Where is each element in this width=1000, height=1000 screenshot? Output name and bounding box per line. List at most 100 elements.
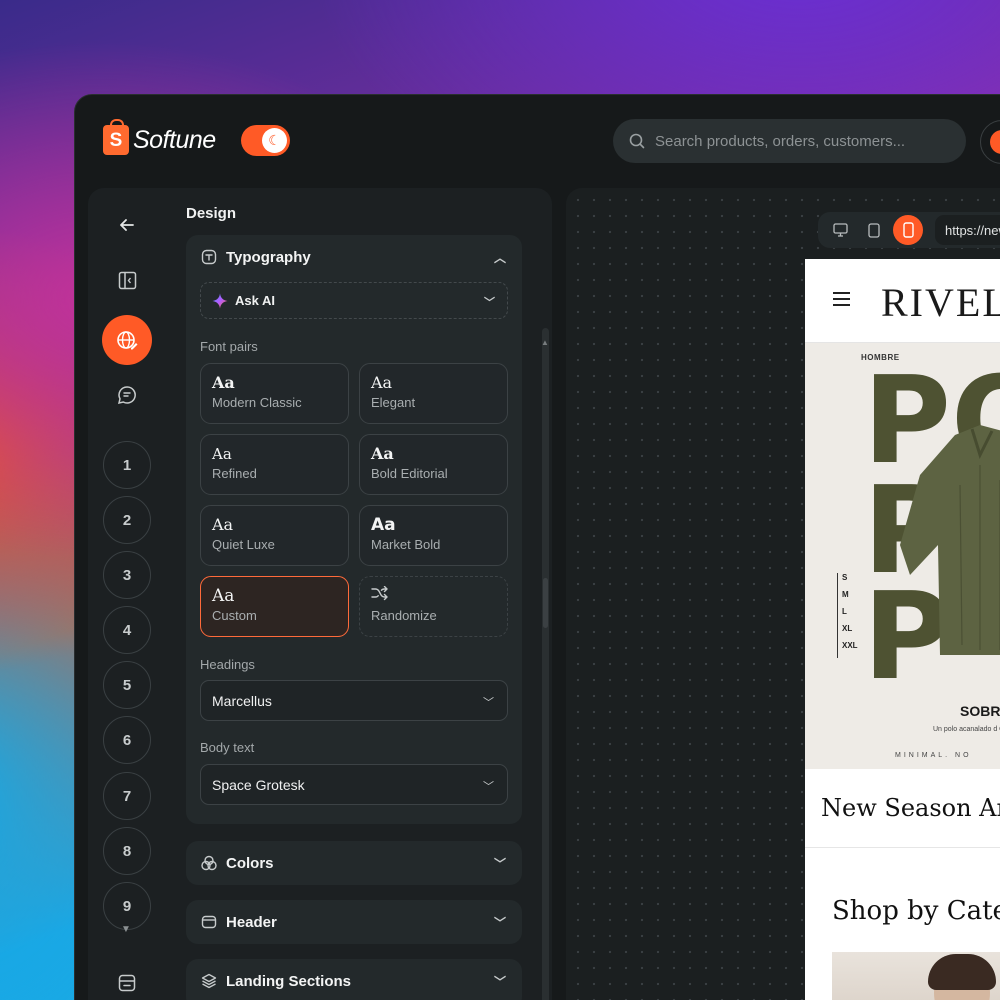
typography-header[interactable]: Typography ︿ [186,235,522,279]
back-button[interactable] [102,200,152,250]
logo[interactable]: S Softune [103,119,216,155]
files-button[interactable] [102,958,152,1000]
shop-by-category-heading: Shop by Catego [832,896,1000,926]
font-pair-bold-editorial[interactable]: Aa Bold Editorial [359,434,508,495]
step-9[interactable]: 9 [103,882,151,930]
step-6[interactable]: 6 [103,716,151,764]
headings-font-value: Marcellus [212,692,272,709]
scrollbar-thumb[interactable] [543,578,548,628]
hero-description: Un polo acanalado d Cómodo, minim [933,726,1000,733]
divider [805,847,1000,848]
step-5[interactable]: 5 [103,661,151,709]
theme-toggle[interactable]: ☾ [241,125,290,156]
ask-ai-dropdown[interactable]: Ask AI ﹀ [200,282,508,319]
layers-icon [201,973,217,989]
scrollbar-track[interactable] [542,328,549,1000]
site-header: RIVELLE [805,259,1000,343]
sidebar-toggle-button[interactable] [102,255,152,305]
colors-title: Colors [226,854,274,872]
font-pair-quiet-luxe[interactable]: Aa Quiet Luxe [200,505,349,566]
font-sample: Aa [212,586,235,606]
phone-icon [902,222,914,238]
headings-label: Headings [200,657,255,672]
step-2[interactable]: 2 [103,496,151,544]
chevron-down-icon: ﹀ [483,697,494,709]
hero-title: SOBRE E [960,703,1000,719]
font-pairs-label: Font pairs [200,339,258,354]
sidebar-toggle-icon [118,271,136,289]
chevron-down-icon: ﹀ [483,781,494,793]
polo-shirt-image [900,425,1000,655]
colors-section[interactable]: Colors ﹀ [186,841,522,885]
landing-sections-section[interactable]: Landing Sections ﹀ [186,959,522,1000]
chevron-down-icon[interactable]: ▼ [121,924,131,935]
headings-font-select[interactable]: Marcellus ﹀ [200,680,508,721]
typography-title: Typography [226,248,311,266]
font-sample: Aa [371,515,396,535]
size-option: S [842,573,848,582]
header-section[interactable]: Header ﹀ [186,900,522,944]
step-1[interactable]: 1 [103,441,151,489]
font-sample: Aa [212,515,234,534]
store-avatar-button[interactable] [980,120,1000,164]
header-section-header[interactable]: Header ﹀ [186,900,522,944]
design-panel: 1 2 3 4 5 6 7 8 9 ▼ Design ▲ Typography … [88,188,552,1000]
body-text-label: Body text [200,740,255,755]
folder-icon [118,974,136,992]
size-option: M [842,590,849,599]
landing-sections-header[interactable]: Landing Sections ﹀ [186,959,522,1000]
panel-title: Design [186,205,237,222]
step-7[interactable]: 7 [103,772,151,820]
step-4[interactable]: 4 [103,606,151,654]
nav-rail: 1 2 3 4 5 6 7 8 9 ▼ [88,188,166,1000]
arrow-left-icon [120,219,134,231]
colors-header[interactable]: Colors ﹀ [186,841,522,885]
hero-banner[interactable]: HOMBRE PO P P S M L XL XXL SOBRE E Un po… [805,343,1000,769]
mobile-view-button[interactable] [893,215,923,245]
font-pair-elegant[interactable]: Aa Elegant [359,363,508,424]
font-pair-name: Quiet Luxe [212,537,275,552]
sparkle-icon [212,293,228,308]
search-input[interactable] [655,132,925,150]
font-pair-refined[interactable]: Aa Refined [200,434,349,495]
chevron-down-icon: ﹀ [493,916,506,930]
body-font-value: Space Grotesk [212,776,305,793]
tablet-icon [868,222,880,238]
font-pair-modern-classic[interactable]: Aa Modern Classic [200,363,349,424]
body-font-select[interactable]: Space Grotesk ﹀ [200,764,508,805]
font-pair-name: Modern Classic [212,395,302,410]
font-pair-name: Custom [212,608,257,623]
preview-toolbar: https://new [818,212,1000,248]
chat-nav-button[interactable] [102,370,152,420]
mobile-site-preview: RIVELLE HOMBRE PO P P S M L XL XXL [805,259,1000,1000]
chevron-up-icon: ︿ [493,251,506,265]
menu-icon[interactable] [833,292,850,310]
size-list: S M L XL XXL [837,573,858,658]
preview-url[interactable]: https://new [935,215,1000,245]
font-pair-market-bold[interactable]: Aa Market Bold [359,505,508,566]
new-season-heading: New Season Ar [821,794,1000,822]
site-brand[interactable]: RIVELLE [881,279,1000,326]
font-pair-name: Bold Editorial [371,466,448,481]
desktop-view-button[interactable] [825,215,855,245]
moon-icon: ☾ [262,128,287,153]
landing-sections-title: Landing Sections [226,972,352,990]
category-image[interactable] [832,952,1000,1000]
scroll-up-icon[interactable]: ▲ [541,338,549,347]
font-sample: Aa [212,373,235,392]
model-hair [928,954,996,990]
step-3[interactable]: 3 [103,551,151,599]
design-nav-button[interactable] [102,315,152,365]
step-8[interactable]: 8 [103,827,151,875]
shopping-bag-logo-icon: S [103,119,129,155]
randomize-button[interactable]: Randomize [359,576,508,637]
size-option: XL [842,624,853,633]
header-title: Header [226,913,277,931]
logo-text: Softune [133,125,216,154]
ask-ai-label: Ask AI [235,293,275,308]
size-option: XXL [842,641,858,650]
tablet-view-button[interactable] [859,215,889,245]
search-icon [629,133,645,149]
search-bar[interactable] [613,119,966,163]
font-pair-custom[interactable]: Aa Custom [200,576,349,637]
